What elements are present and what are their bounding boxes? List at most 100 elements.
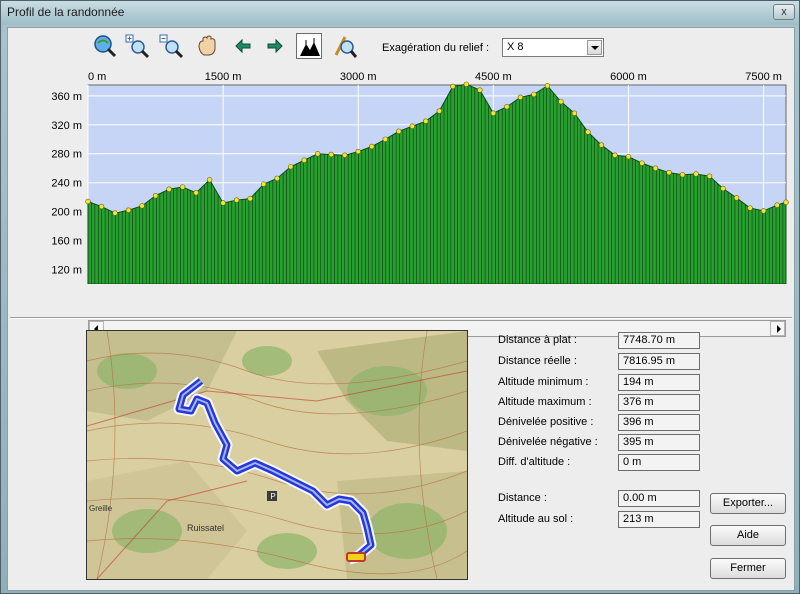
- elevation-point: [706, 173, 713, 179]
- elevation-point: [544, 83, 551, 89]
- elevation-point: [733, 195, 740, 201]
- elevation-point: [193, 190, 199, 196]
- elevation-point: [382, 136, 388, 142]
- svg-text:P: P: [270, 492, 275, 501]
- elevation-point: [206, 177, 213, 183]
- zoom-out-icon[interactable]: [158, 33, 184, 59]
- elevation-point: [463, 81, 470, 87]
- topographic-map-image: P Ruissatel Greille: [87, 331, 467, 579]
- elevation-point: [409, 123, 415, 129]
- y-tick-label: 360 m: [51, 91, 82, 103]
- map-label-ruissatel: Ruissatel: [187, 523, 224, 533]
- zoom-tool-icon[interactable]: [332, 33, 358, 59]
- x-tick-label: 4500 m: [475, 71, 512, 83]
- stat-label-altitude-diff: Diff. d'altitude :: [498, 456, 571, 468]
- stat-label-ground-altitude: Altitude au sol :: [498, 513, 574, 525]
- title-bar[interactable]: Profil de la randonnée x: [1, 1, 799, 25]
- chevron-down-icon[interactable]: [587, 40, 602, 55]
- elevation-point: [747, 205, 753, 211]
- stat-value-negative-gain: 395 m: [618, 434, 700, 451]
- elevation-point: [301, 157, 307, 163]
- elevation-point: [436, 108, 443, 114]
- stat-value-positive-gain: 396 m: [618, 414, 700, 431]
- elevation-point: [720, 185, 726, 192]
- elevation-profile-chart[interactable]: 360 m 320 m 280 m 240 m 200 m 160 m 120 m 0 m 15…: [8, 64, 796, 337]
- elevation-point: [152, 193, 159, 199]
- elevation-chart-svg: 360 m 320 m 280 m 240 m 200 m 160 m 120 m 0 m 15…: [51, 71, 789, 284]
- close-button[interactable]: Fermer: [710, 558, 786, 579]
- elevation-point: [247, 195, 253, 202]
- elevation-point: [571, 110, 578, 116]
- elevation-point: [139, 203, 145, 209]
- x-tick-label: 7500 m: [745, 71, 782, 83]
- route-map[interactable]: P Ruissatel Greille: [86, 330, 468, 580]
- elevation-point: [666, 169, 672, 176]
- elevation-point: [612, 152, 618, 158]
- elevation-point: [274, 175, 280, 182]
- stat-label-real-distance: Distance réelle :: [498, 355, 577, 367]
- elevation-point: [112, 210, 118, 216]
- zoom-in-icon[interactable]: [124, 33, 150, 59]
- stat-value-cursor-distance: 0.00 m: [618, 490, 700, 507]
- relief-exaggeration-select[interactable]: X 8: [502, 38, 604, 57]
- elevation-point: [287, 164, 294, 170]
- x-tick-label: 0 m: [88, 71, 106, 83]
- stat-value-max-altitude: 376 m: [618, 394, 700, 411]
- relief-profile-icon[interactable]: [296, 33, 322, 59]
- elevation-point: [328, 151, 334, 158]
- elevation-point: [598, 142, 605, 148]
- elevation-point: [477, 87, 483, 93]
- elevation-point: [125, 207, 132, 213]
- y-tick-label: 320 m: [51, 120, 82, 132]
- help-button[interactable]: Aide: [710, 525, 786, 546]
- elevation-point: [98, 203, 105, 210]
- elevation-point: [220, 200, 226, 206]
- stat-value-ground-altitude: 213 m: [618, 511, 700, 528]
- elevation-point: [85, 198, 91, 205]
- elevation-point: [585, 129, 591, 135]
- elevation-point: [179, 184, 186, 190]
- stat-label-flat-distance: Distance à plat :: [498, 334, 577, 346]
- window-client-area: Exagération du relief : X 8 360 m 320 m 28…: [7, 27, 795, 591]
- x-tick-label: 3000 m: [340, 71, 377, 83]
- elevation-point: [625, 153, 632, 160]
- elevation-point: [783, 199, 789, 205]
- elevation-point: [760, 208, 767, 214]
- elevation-point: [450, 83, 456, 90]
- x-tick-label: 6000 m: [610, 71, 647, 83]
- y-tick-label: 240 m: [51, 178, 82, 190]
- elevation-point: [369, 143, 375, 150]
- elevation-point: [396, 128, 402, 135]
- x-tick-label: 1500 m: [205, 71, 242, 83]
- y-tick-label: 160 m: [51, 236, 82, 248]
- export-button[interactable]: Exporter...: [710, 493, 786, 514]
- zoom-fit-icon[interactable]: [92, 33, 118, 59]
- elevation-point: [260, 181, 267, 187]
- elevation-point: [166, 186, 172, 192]
- stat-label-max-altitude: Altitude maximum :: [498, 396, 592, 408]
- stat-label-positive-gain: Dénivelée positive :: [498, 416, 594, 428]
- y-tick-label: 280 m: [51, 149, 82, 161]
- elevation-point: [315, 151, 321, 157]
- profile-window: Profil de la randonnée x Exagération du …: [0, 0, 800, 594]
- section-divider: [10, 317, 792, 319]
- pan-hand-icon[interactable]: [194, 33, 220, 59]
- elevation-point: [558, 98, 564, 105]
- elevation-point: [233, 197, 240, 203]
- window-title: Profil de la randonnée: [7, 5, 125, 19]
- y-tick-label: 200 m: [51, 207, 82, 219]
- elevation-point: [693, 171, 699, 177]
- map-label-greille: Greille: [89, 504, 113, 513]
- y-tick-label: 120 m: [51, 265, 82, 277]
- elevation-point: [679, 172, 686, 178]
- close-window-button[interactable]: x: [773, 4, 795, 20]
- arrow-left-icon[interactable]: [230, 33, 256, 59]
- stat-label-negative-gain: Dénivelée négative :: [498, 436, 598, 448]
- elevation-point: [355, 148, 361, 155]
- stat-label-min-altitude: Altitude minimum :: [498, 376, 589, 388]
- stat-value-altitude-diff: 0 m: [618, 454, 700, 471]
- arrow-right-icon[interactable]: [262, 33, 288, 59]
- scroll-right-button[interactable]: [770, 321, 785, 336]
- stat-value-real-distance: 7816.95 m: [618, 353, 700, 370]
- stat-label-cursor-distance: Distance :: [498, 492, 547, 504]
